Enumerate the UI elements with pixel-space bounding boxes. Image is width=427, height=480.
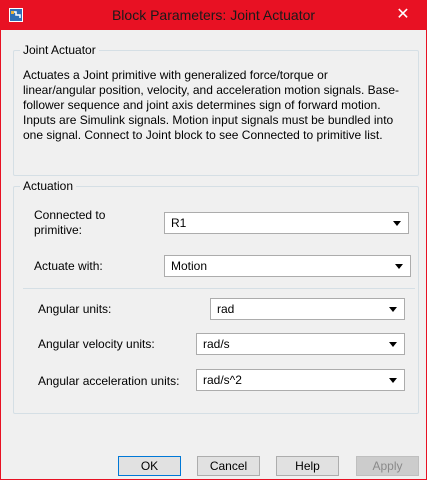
chevron-down-icon	[393, 221, 401, 226]
ok-button[interactable]: OK	[118, 456, 181, 476]
title-bar[interactable]: Block Parameters: Joint Actuator ✕	[1, 1, 426, 30]
close-button[interactable]: ✕	[380, 1, 426, 30]
chevron-down-icon	[395, 264, 403, 269]
apply-button[interactable]: Apply	[356, 456, 419, 476]
angular-acceleration-units-value: rad/s^2	[203, 373, 242, 387]
actuate-with-dropdown[interactable]: Motion	[164, 255, 411, 277]
angular-velocity-units-label: Angular velocity units:	[38, 337, 155, 351]
actuation-legend: Actuation	[20, 179, 77, 193]
angular-acceleration-units-dropdown[interactable]: rad/s^2	[196, 369, 405, 391]
chevron-down-icon	[389, 342, 397, 347]
cancel-button[interactable]: Cancel	[197, 456, 260, 476]
help-button[interactable]: Help	[276, 456, 339, 476]
angular-velocity-units-value: rad/s	[203, 337, 230, 351]
angular-units-label: Angular units:	[38, 302, 112, 316]
angular-acceleration-units-label: Angular acceleration units:	[38, 374, 180, 388]
angular-velocity-units-dropdown[interactable]: rad/s	[196, 333, 405, 355]
actuate-with-value: Motion	[171, 259, 208, 273]
chevron-down-icon	[389, 307, 397, 312]
joint-actuator-legend: Joint Actuator	[20, 43, 99, 57]
angular-units-dropdown[interactable]: rad	[210, 298, 405, 320]
angular-units-value: rad	[217, 302, 235, 316]
connected-to-label: Connected to primitive:	[34, 208, 106, 237]
connected-to-dropdown[interactable]: R1	[164, 212, 409, 234]
chevron-down-icon	[389, 378, 397, 383]
actuate-with-label: Actuate with:	[34, 259, 103, 273]
connected-to-value: R1	[171, 216, 187, 230]
block-parameters-dialog: Block Parameters: Joint Actuator ✕ Joint…	[0, 0, 427, 480]
block-description: Actuates a Joint primitive with generali…	[23, 68, 399, 142]
section-divider	[23, 288, 415, 289]
close-icon: ✕	[396, 6, 410, 23]
dialog-title: Block Parameters: Joint Actuator	[111, 7, 316, 23]
joint-actuator-group: Joint Actuator Actuates a Joint primitiv…	[13, 43, 419, 176]
